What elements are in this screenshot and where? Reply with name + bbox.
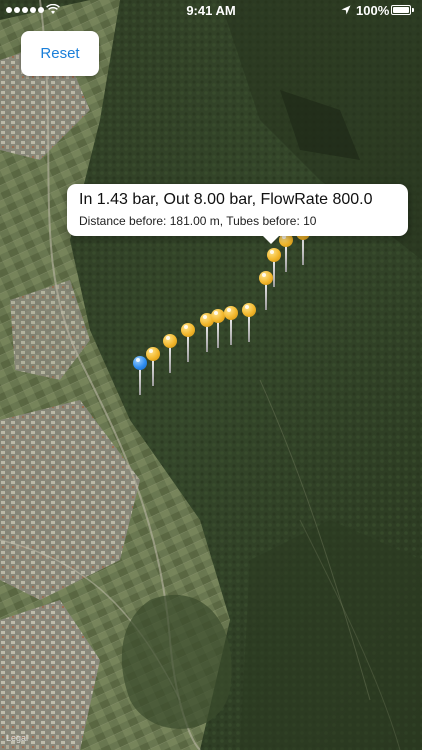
- pin-needle: [248, 316, 250, 342]
- map-pin-blue[interactable]: [133, 356, 147, 396]
- pin-needle: [302, 239, 304, 265]
- map-pin[interactable]: [279, 233, 293, 273]
- pin-head: [133, 356, 147, 370]
- pin-needle: [230, 319, 232, 345]
- callout-subtitle: Distance before: 181.00 m, Tubes before:…: [79, 214, 317, 228]
- map-pin[interactable]: [224, 306, 238, 346]
- callout-title: In 1.43 bar, Out 8.00 bar, FlowRate 800.…: [79, 191, 373, 208]
- pin-needle: [206, 326, 208, 352]
- location-arrow-icon: [341, 5, 351, 15]
- satellite-map[interactable]: [0, 0, 422, 750]
- pin-needle: [187, 336, 189, 362]
- pin-head: [211, 309, 225, 323]
- pin-needle: [139, 369, 141, 395]
- callout-pointer: [262, 235, 280, 244]
- pin-head: [224, 306, 238, 320]
- pin-callout[interactable]: In 1.43 bar, Out 8.00 bar, FlowRate 800.…: [67, 184, 408, 244]
- battery-percent: 100%: [356, 3, 390, 18]
- legal-link[interactable]: Legal: [6, 733, 28, 743]
- pin-head: [242, 303, 256, 317]
- pin-head: [181, 323, 195, 337]
- map-pin[interactable]: [181, 323, 195, 363]
- pin-needle: [273, 261, 275, 287]
- pin-head: [146, 347, 160, 361]
- map-pin[interactable]: [163, 334, 177, 374]
- map-pin[interactable]: [242, 303, 256, 343]
- pin-needle: [217, 322, 219, 348]
- pin-needle: [152, 360, 154, 386]
- battery-icon: [391, 5, 414, 15]
- status-bar: 9:41 AM 100%: [0, 0, 422, 22]
- pin-needle: [285, 246, 287, 272]
- map-pin[interactable]: [146, 347, 160, 387]
- pin-head: [163, 334, 177, 348]
- reset-button[interactable]: Reset: [21, 31, 99, 76]
- map-screen: 9:41 AM 100% Reset In 1.43 bar, Out 8.00…: [0, 0, 422, 750]
- pin-needle: [169, 347, 171, 373]
- map-pin[interactable]: [211, 309, 225, 349]
